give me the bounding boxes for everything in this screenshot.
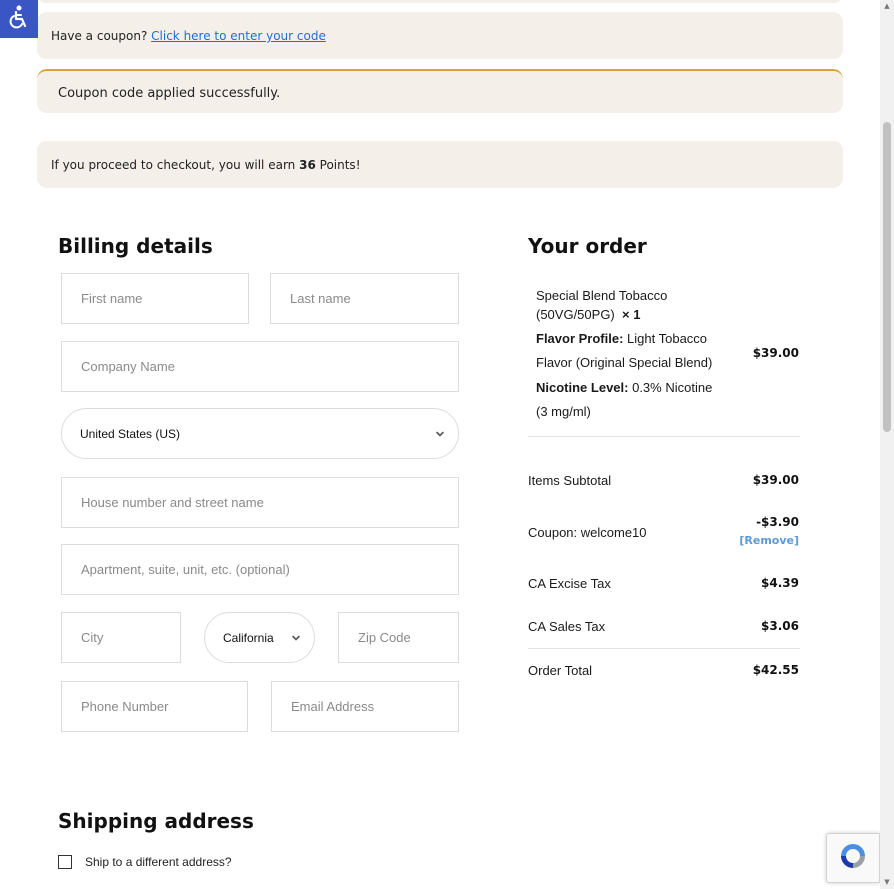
- order-divider: [528, 436, 800, 437]
- product-name-variant: (50VG/50PG): [536, 307, 615, 322]
- flavor-profile-label: Flavor Profile:: [536, 331, 624, 346]
- sales-tax-label: CA Sales Tax: [528, 619, 606, 634]
- product-price: $39.00: [752, 346, 799, 360]
- coupon-label: Coupon: welcome10: [528, 525, 647, 540]
- street-address-placeholder: House number and street name: [81, 495, 264, 510]
- shipping-title: Shipping address: [58, 809, 254, 833]
- coupon-success-text: Coupon code applied successfully.: [58, 86, 281, 101]
- coupon-discount-value: -$3.90: [756, 515, 799, 529]
- accessibility-button[interactable]: [0, 0, 38, 38]
- city-input[interactable]: City: [61, 612, 181, 663]
- first-name-input[interactable]: First name: [61, 273, 249, 324]
- last-name-placeholder: Last name: [290, 291, 351, 306]
- apartment-placeholder: Apartment, suite, unit, etc. (optional): [81, 562, 290, 577]
- state-select[interactable]: California: [204, 612, 315, 663]
- city-placeholder: City: [81, 630, 104, 645]
- nicotine-level-line1: Nicotine Level: 0.3% Nicotine: [536, 375, 746, 400]
- company-name-input[interactable]: Company Name: [61, 341, 459, 392]
- chevron-down-icon: [292, 635, 300, 641]
- recaptcha-badge[interactable]: [826, 833, 880, 883]
- enter-coupon-link[interactable]: Click here to enter your code: [151, 29, 326, 43]
- billing-title: Billing details: [58, 234, 213, 258]
- state-value: California: [223, 630, 274, 645]
- subtotal-label: Items Subtotal: [528, 473, 612, 488]
- phone-input[interactable]: Phone Number: [61, 681, 248, 732]
- flavor-profile-line1: Flavor Profile: Light Tobacco: [536, 327, 746, 350]
- company-name-placeholder: Company Name: [81, 359, 175, 374]
- apartment-input[interactable]: Apartment, suite, unit, etc. (optional): [61, 544, 459, 595]
- subtotal-value: $39.00: [752, 473, 799, 487]
- flavor-profile-value2: Flavor (Original Special Blend): [536, 355, 713, 370]
- nicotine-level-label: Nicotine Level:: [536, 380, 629, 395]
- zip-code-input[interactable]: Zip Code: [338, 612, 459, 663]
- accessibility-icon: [6, 4, 32, 34]
- recaptcha-icon: [837, 840, 869, 876]
- page-scrollbar[interactable]: ▲ ▼: [880, 0, 894, 889]
- product-name-line2: (50VG/50PG) × 1: [536, 305, 746, 324]
- product-quantity: × 1: [622, 307, 641, 322]
- scroll-down-arrow-icon[interactable]: ▼: [883, 878, 891, 886]
- scrollbar-thumb[interactable]: [883, 122, 891, 432]
- scroll-up-arrow-icon[interactable]: ▲: [883, 2, 891, 10]
- country-select[interactable]: United States (US): [61, 408, 459, 459]
- zip-code-placeholder: Zip Code: [358, 630, 411, 645]
- street-address-input[interactable]: House number and street name: [61, 477, 459, 528]
- ship-different-address-label: Ship to a different address?: [85, 855, 232, 869]
- chevron-down-icon: [436, 431, 444, 437]
- first-name-placeholder: First name: [81, 291, 143, 306]
- points-prefix: If you proceed to checkout, you will ear…: [51, 158, 296, 172]
- phone-placeholder: Phone Number: [81, 699, 169, 714]
- product-name-line1: Special Blend Tobacco: [536, 288, 668, 303]
- last-name-input[interactable]: Last name: [270, 273, 459, 324]
- coupon-notice: Have a coupon? Click here to enter your …: [37, 12, 843, 59]
- email-input[interactable]: Email Address: [271, 681, 459, 732]
- nicotine-level-value2: (3 mg/ml): [536, 404, 591, 419]
- country-value: United States (US): [80, 426, 181, 441]
- order-product-details: Special Blend Tobacco (50VG/50PG) × 1 Fl…: [536, 286, 746, 423]
- flavor-profile-value1: Light Tobacco: [627, 331, 708, 346]
- points-value: 36: [299, 158, 316, 172]
- ship-different-address-checkbox[interactable]: [58, 855, 72, 869]
- previous-notice-edge: [37, 0, 843, 3]
- remove-coupon-link[interactable]: [Remove]: [739, 534, 799, 547]
- coupon-prompt-text: Have a coupon?: [51, 29, 148, 43]
- sales-tax-value: $3.06: [761, 619, 799, 633]
- order-title: Your order: [528, 234, 647, 258]
- coupon-success-notice: Coupon code applied successfully.: [37, 69, 843, 113]
- total-divider: [528, 648, 800, 649]
- order-total-label: Order Total: [528, 663, 593, 678]
- order-total-value: $42.55: [752, 663, 799, 677]
- nicotine-level-value1: 0.3% Nicotine: [632, 380, 713, 395]
- points-notice: If you proceed to checkout, you will ear…: [37, 141, 843, 188]
- email-placeholder: Email Address: [291, 699, 375, 714]
- excise-tax-value: $4.39: [761, 576, 799, 590]
- points-suffix: Points!: [319, 158, 361, 172]
- excise-tax-label: CA Excise Tax: [528, 576, 611, 591]
